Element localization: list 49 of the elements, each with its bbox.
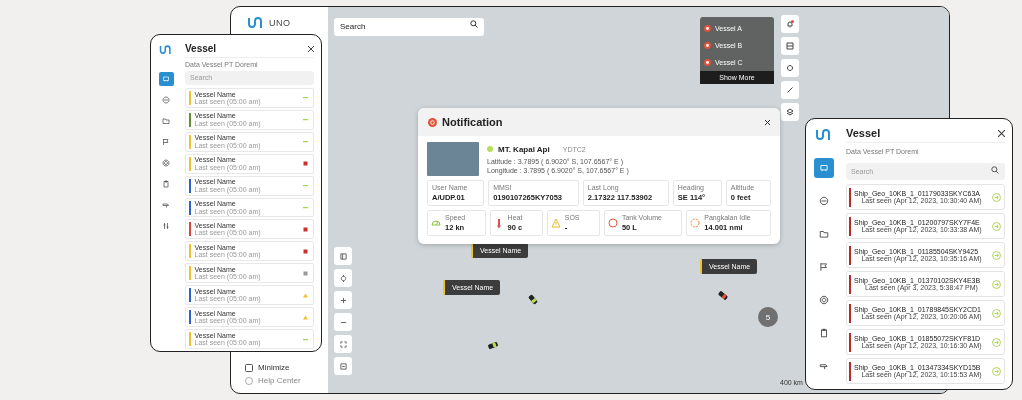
alert-icon	[704, 25, 711, 32]
stack-icon[interactable]	[781, 103, 799, 121]
locate-icon[interactable]	[334, 269, 352, 287]
fit-icon[interactable]	[334, 335, 352, 353]
notification-icon[interactable]	[781, 15, 799, 33]
close-icon[interactable]	[998, 129, 1005, 137]
logo-icon	[815, 129, 833, 141]
search-icon	[991, 166, 999, 174]
nav-icon[interactable]	[158, 72, 174, 86]
vessel-icon	[487, 341, 499, 350]
photo-placeholder	[427, 142, 479, 176]
minimize-icon	[245, 363, 253, 372]
sidebar-link[interactable]: Help Center	[241, 374, 328, 387]
panel-title: Vessel	[846, 127, 881, 139]
search-icon	[470, 20, 478, 28]
nav-icon[interactable]	[814, 158, 834, 178]
vessel-name: MT. Kapal Api	[498, 144, 550, 154]
logo-icon	[247, 17, 265, 29]
close-icon[interactable]	[765, 119, 770, 125]
arrow-circle-icon	[992, 366, 1001, 376]
arrow-circle-icon	[992, 221, 1001, 231]
panel-icon[interactable]	[334, 247, 352, 265]
layers-icon[interactable]	[781, 37, 799, 55]
vessel-icon	[717, 290, 729, 301]
speed-icon	[431, 218, 441, 228]
notification-title: Notification	[442, 116, 504, 128]
status-dot-icon	[487, 146, 493, 152]
close-icon[interactable]	[308, 45, 314, 52]
help-icon	[245, 376, 253, 385]
alert-icon	[704, 59, 711, 66]
arrow-circle-icon	[992, 308, 1001, 318]
arrow-circle-icon	[992, 192, 1001, 202]
arrow-circle-icon	[992, 337, 1001, 347]
alert-icon	[704, 42, 711, 49]
sos-icon	[550, 218, 561, 228]
zoom-in-icon[interactable]	[334, 291, 352, 309]
sidebar-link[interactable]: Minimize	[241, 361, 328, 374]
cluster-count[interactable]: 5	[758, 307, 778, 327]
idle-icon	[690, 218, 701, 228]
logo-text: UNO	[269, 18, 291, 28]
collapse-icon[interactable]	[334, 357, 352, 375]
arrow-circle-icon	[992, 250, 1001, 260]
search-field[interactable]: Search	[334, 17, 484, 36]
arrow-circle-icon	[992, 279, 1001, 289]
alert-icon	[428, 117, 437, 127]
panel-title: Vessel	[185, 43, 217, 54]
logo-icon	[159, 45, 173, 55]
tank-icon	[607, 218, 618, 228]
vessel-icon	[527, 294, 539, 305]
